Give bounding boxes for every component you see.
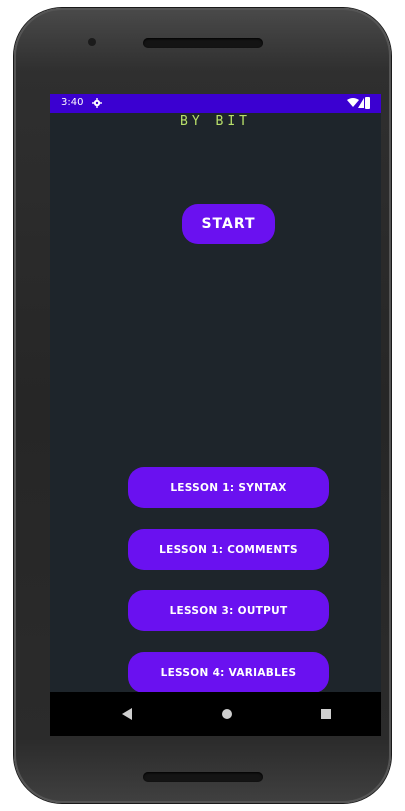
gear-icon [92,98,102,108]
recents-icon[interactable] [321,709,331,719]
start-button[interactable]: START [182,204,275,244]
home-icon[interactable] [222,709,232,719]
bottom-speaker [143,772,263,782]
app-title: BY BIT [180,114,251,129]
lesson-comments-button[interactable]: LESSON 1: COMMENTS [128,529,329,570]
camera-lens [88,38,96,46]
lesson-variables-button[interactable]: LESSON 4: VARIABLES [128,652,329,693]
lesson-output-button[interactable]: LESSON 3: OUTPUT [128,590,329,631]
status-bar: 3:40 [50,94,381,113]
back-icon[interactable] [122,708,132,720]
status-time: 3:40 [61,97,84,108]
device-frame: 3:40 BY BIT START LESSON 1: SYNTAX LESSO… [14,8,391,803]
battery-icon [365,97,370,109]
cell-signal-icon [358,98,364,108]
lesson-syntax-button[interactable]: LESSON 1: SYNTAX [128,467,329,508]
screen: 3:40 BY BIT START LESSON 1: SYNTAX LESSO… [50,94,381,736]
navigation-bar [50,692,381,736]
top-speaker [143,38,263,48]
